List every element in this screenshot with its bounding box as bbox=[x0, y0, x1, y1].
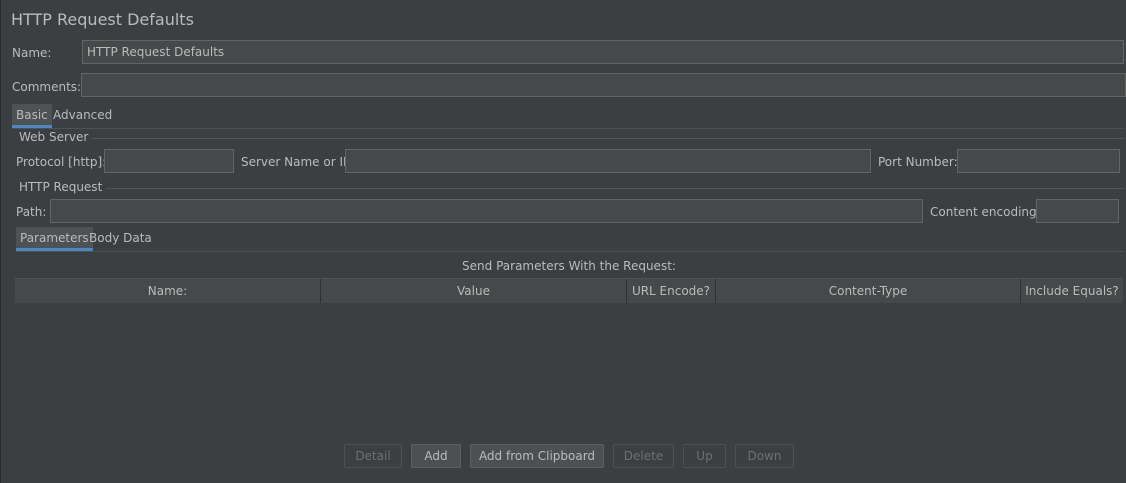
tab-body-data[interactable]: Body Data bbox=[85, 227, 156, 251]
delete-button[interactable]: Delete bbox=[613, 444, 674, 468]
add-from-clipboard-button[interactable]: Add from Clipboard bbox=[470, 444, 604, 468]
http-request-divider bbox=[15, 188, 1124, 189]
content-encoding-label: Content encoding: bbox=[930, 205, 1041, 219]
http-request-defaults-panel: HTTP Request Defaults Name: HTTP Request… bbox=[0, 0, 1126, 483]
protocol-label: Protocol [http]: bbox=[16, 155, 107, 169]
port-number-field[interactable] bbox=[957, 149, 1120, 173]
server-name-label: Server Name or IP: bbox=[241, 155, 355, 169]
detail-button[interactable]: Detail bbox=[344, 444, 402, 468]
column-header-content-type[interactable]: Content-Type bbox=[716, 279, 1021, 303]
tabs-divider bbox=[12, 128, 1124, 129]
comments-field[interactable] bbox=[81, 73, 1126, 97]
column-header-value[interactable]: Value bbox=[321, 279, 627, 303]
port-number-label: Port Number: bbox=[878, 155, 958, 169]
column-header-name[interactable]: Name: bbox=[15, 279, 321, 303]
name-label: Name: bbox=[12, 46, 52, 60]
column-header-url-encode[interactable]: URL Encode? bbox=[627, 279, 716, 303]
tab-basic[interactable]: Basic bbox=[12, 104, 52, 128]
tab-parameters[interactable]: Parameters bbox=[16, 227, 93, 251]
down-button[interactable]: Down bbox=[735, 444, 794, 468]
column-header-include-equals[interactable]: Include Equals? bbox=[1021, 279, 1123, 303]
parameters-table-caption: Send Parameters With the Request: bbox=[462, 259, 676, 273]
path-field[interactable] bbox=[50, 199, 923, 223]
http-request-section-title: HTTP Request bbox=[15, 180, 107, 194]
web-server-section-title: Web Server bbox=[15, 130, 93, 144]
server-name-field[interactable] bbox=[345, 149, 871, 173]
add-button[interactable]: Add bbox=[411, 444, 461, 468]
path-label: Path: bbox=[16, 205, 47, 219]
tab-advanced[interactable]: Advanced bbox=[49, 104, 116, 128]
name-field[interactable]: HTTP Request Defaults bbox=[82, 40, 1124, 64]
web-server-divider bbox=[15, 138, 1124, 139]
protocol-field[interactable] bbox=[104, 149, 234, 173]
parameters-table-header: Name: Value URL Encode? Content-Type Inc… bbox=[15, 278, 1123, 303]
sub-tabs-divider bbox=[16, 251, 1124, 252]
parameters-table-body[interactable] bbox=[15, 303, 1123, 433]
up-button[interactable]: Up bbox=[683, 444, 726, 468]
content-encoding-field[interactable] bbox=[1036, 199, 1119, 223]
comments-label: Comments: bbox=[12, 80, 82, 94]
panel-title: HTTP Request Defaults bbox=[11, 10, 194, 29]
